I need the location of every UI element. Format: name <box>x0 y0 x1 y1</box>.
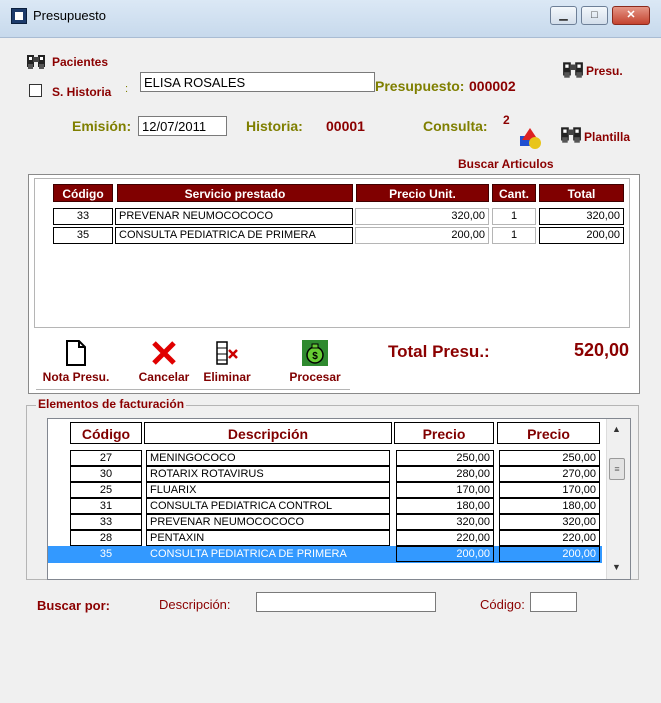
billing-group-title: Elementos de facturación <box>36 397 187 411</box>
s-historia-label: S. Historia <box>52 85 112 99</box>
table-row-cell-precio2[interactable]: 170,00 <box>499 482 600 498</box>
codigo-search-label: Código: <box>480 597 525 612</box>
table-row-cell-precio2[interactable]: 200,00 <box>499 546 600 562</box>
window-title: Presupuesto <box>33 8 106 23</box>
table-row-cell-total[interactable]: 200,00 <box>539 227 624 244</box>
table-row-cell-precio2[interactable]: 180,00 <box>499 498 600 514</box>
table-row-cell-descripcion[interactable]: CONSULTA PEDIATRICA CONTROL <box>146 498 390 514</box>
billing-col-precio2: Precio <box>497 422 600 444</box>
app-icon <box>11 8 27 24</box>
services-col-total: Total <box>539 184 624 202</box>
table-row-cell-descripcion[interactable]: FLUARIX <box>146 482 390 498</box>
table-row-cell-servicio[interactable]: PREVENAR NEUMOCOCOCO <box>115 208 353 225</box>
emision-label: Emisión: <box>72 118 132 134</box>
services-col-cant: Cant. <box>492 184 536 202</box>
emision-date-field[interactable]: 12/07/2011 <box>138 116 227 136</box>
table-row-cell-codigo[interactable]: 30 <box>70 466 142 482</box>
presu-button[interactable]: Presu. <box>586 64 623 78</box>
buscar-por-label: Buscar por: <box>37 598 110 613</box>
document-icon <box>65 340 87 366</box>
table-row-cell-precio1[interactable]: 170,00 <box>396 482 494 498</box>
table-row-cell-precio1[interactable]: 320,00 <box>396 514 494 530</box>
eliminar-label: Eliminar <box>203 370 251 384</box>
table-row-cell-servicio[interactable]: CONSULTA PEDIATRICA DE PRIMERA <box>115 227 353 244</box>
table-row-cell-precio1[interactable]: 200,00 <box>396 546 494 562</box>
table-row-cell-precio1[interactable]: 250,00 <box>396 450 494 466</box>
table-row-cell-descripcion[interactable]: ROTARIX ROTAVIRUS <box>146 466 390 482</box>
buscar-articulos-icon[interactable] <box>518 126 542 150</box>
codigo-search-input[interactable] <box>530 592 577 612</box>
table-row-cell-precio1[interactable]: 220,00 <box>396 530 494 546</box>
billing-col-codigo: Código <box>70 422 142 444</box>
colon-mark: : <box>125 83 129 95</box>
table-row-cell-precio1[interactable]: 280,00 <box>396 466 494 482</box>
table-row-cell-descripcion[interactable]: CONSULTA PEDIATRICA DE PRIMERA <box>146 546 390 562</box>
services-col-precio: Precio Unit. <box>356 184 489 202</box>
table-row-cell-codigo[interactable]: 31 <box>70 498 142 514</box>
table-row-cell-precio2[interactable]: 220,00 <box>499 530 600 546</box>
plantilla-binoculars-icon[interactable] <box>560 125 582 145</box>
procesar-button[interactable]: $ Procesar <box>280 340 350 384</box>
presupuesto-label: Presupuesto: <box>375 78 465 94</box>
scroll-thumb[interactable]: ≡ <box>609 458 625 480</box>
billing-col-descripcion: Descripción <box>144 422 392 444</box>
table-row-cell-codigo[interactable]: 33 <box>53 208 113 225</box>
minimize-button[interactable]: ▁ <box>550 6 577 25</box>
cancelar-label: Cancelar <box>138 370 190 384</box>
historia-label: Historia: <box>246 118 303 134</box>
descripcion-search-input[interactable] <box>256 592 436 612</box>
pacientes-binoculars-icon[interactable] <box>25 52 47 72</box>
scroll-up-icon[interactable]: ▲ <box>612 424 621 434</box>
consulta-label: Consulta: <box>423 118 488 134</box>
services-col-codigo: Código <box>53 184 113 202</box>
table-row-cell-codigo[interactable]: 33 <box>70 514 142 530</box>
table-row-cell-precio1[interactable]: 180,00 <box>396 498 494 514</box>
table-row-cell-precio[interactable]: 200,00 <box>355 227 489 244</box>
table-row-cell-codigo[interactable]: 28 <box>70 530 142 546</box>
patient-name-field[interactable]: ELISA ROSALES <box>140 72 375 92</box>
toolbar-divider <box>36 389 350 390</box>
billing-scrollbar[interactable] <box>606 419 630 579</box>
billing-col-precio: Precio <box>394 422 494 444</box>
delete-rows-icon <box>215 340 239 366</box>
table-row-cell-descripcion[interactable]: PENTAXIN <box>146 530 390 546</box>
plantilla-button[interactable]: Plantilla <box>584 130 630 144</box>
table-row-cell-codigo[interactable]: 27 <box>70 450 142 466</box>
table-row-cell-descripcion[interactable]: MENINGOCOCO <box>146 450 390 466</box>
eliminar-button[interactable]: Eliminar <box>192 340 262 384</box>
consulta-value: 2 <box>503 113 510 127</box>
nota-presu-label: Nota Presu. <box>42 370 110 384</box>
buscar-articulos-label[interactable]: Buscar Articulos <box>458 157 554 171</box>
table-row-cell-cant[interactable]: 1 <box>492 227 536 244</box>
table-row-cell-cant[interactable]: 1 <box>492 208 536 225</box>
total-presu-label: Total Presu.: <box>388 342 490 361</box>
presupuesto-value: 000002 <box>469 78 516 94</box>
table-row-cell-total[interactable]: 320,00 <box>539 208 624 225</box>
table-row-cell-descripcion[interactable]: PREVENAR NEUMOCOCOCO <box>146 514 390 530</box>
nota-presu-button[interactable]: Nota Presu. <box>36 340 116 384</box>
table-row-cell-precio2[interactable]: 320,00 <box>499 514 600 530</box>
maximize-button[interactable]: □ <box>581 6 608 25</box>
table-row-cell-codigo[interactable]: 25 <box>70 482 142 498</box>
procesar-label: Procesar <box>289 370 341 384</box>
s-historia-checkbox[interactable] <box>29 84 42 97</box>
historia-value: 00001 <box>326 118 365 134</box>
presu-binoculars-icon[interactable] <box>562 60 584 80</box>
close-button[interactable]: ✕ <box>612 6 650 25</box>
descripcion-search-label: Descripción: <box>159 597 231 612</box>
cancel-x-icon <box>151 340 177 366</box>
table-row-cell-precio2[interactable]: 270,00 <box>499 466 600 482</box>
pacientes-label[interactable]: Pacientes <box>52 55 108 69</box>
table-row-cell-codigo[interactable]: 35 <box>70 546 142 562</box>
table-row-cell-precio2[interactable]: 250,00 <box>499 450 600 466</box>
table-row-cell-codigo[interactable]: 35 <box>53 227 113 244</box>
money-bag-icon: $ <box>302 340 328 366</box>
scroll-down-icon[interactable]: ▼ <box>612 562 621 572</box>
total-presu-value: 520,00 <box>574 340 630 360</box>
svg-text:$: $ <box>312 351 318 362</box>
services-col-servicio: Servicio prestado <box>117 184 353 202</box>
table-row-cell-precio[interactable]: 320,00 <box>355 208 489 225</box>
